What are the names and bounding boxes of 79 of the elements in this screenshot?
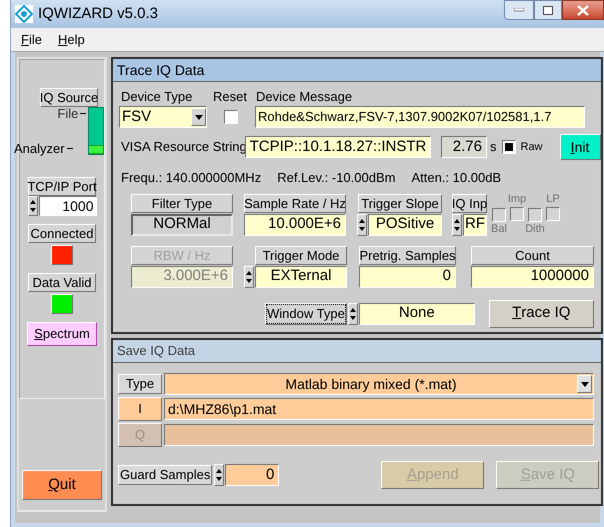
dropdown-arrow-icon [194,114,202,120]
spinner-control[interactable] [28,196,38,216]
field-caption: IQ Inp [452,194,487,212]
field-caption: Connected [28,224,96,243]
iq-input-field[interactable]: RF [463,214,487,236]
unit-label: s [490,138,496,156]
field-caption: Count [471,246,594,264]
device-message-field[interactable]: Rohde&Schwarz,FSV-7,1307.9002K07/102581,1.7 [255,106,585,128]
menu-item[interactable]: File [21,30,42,50]
close-icon [577,4,589,16]
trigger-slope-field[interactable]: POSitive [368,214,442,236]
reset-checkbox[interactable] [224,110,238,124]
spectrum-button[interactable]: Spectrum [27,322,97,346]
field-label: Device Message [256,90,352,103]
field-caption: Sample Rate / Hz [244,194,346,212]
checkbox-label: Raw [520,140,543,155]
status-text: Frequ.: 140.000000MHz [121,169,262,187]
field-caption: Guard Samples [118,465,212,485]
file-type-dropdown[interactable]: Matlab binary mixed (*.mat) [164,373,594,395]
field-caption: Filter Type [131,194,233,212]
raw-checkbox[interactable] [502,140,516,154]
field-caption: Data Valid [28,273,96,292]
dropdown-arrow-icon [580,382,588,386]
spinner-control[interactable] [357,214,367,236]
panel-title: Save IQ Data [113,340,601,363]
app-logo-icon [15,5,33,23]
file-path-field[interactable] [164,424,594,446]
status-text: Ref.Lev.: -10.00dBm [277,169,396,187]
panel-title: Trace IQ Data [113,59,601,82]
switch-position-label: Analyzer [14,142,73,155]
option-label: Imp [508,194,526,204]
minimize-button[interactable] [504,0,534,20]
sample-rate-field[interactable]: 10.000E+6 [244,214,346,236]
field-caption: TCP/IP Port [28,177,96,196]
init-button[interactable]: Init [560,134,601,160]
up-down-arrows-icon [216,468,222,482]
timeout-field[interactable]: 2.76 [441,136,487,158]
field-caption: Type [118,374,162,394]
field-label: Reset [213,90,248,103]
minimize-icon [514,8,524,12]
status-text: Atten.: 10.00dB [411,169,502,187]
quit-button[interactable]: Quit [22,470,102,500]
resource-string-field[interactable]: TCPIP::10.1.18.27::INSTR [245,136,431,158]
up-down-arrows-icon [359,218,365,232]
port-field[interactable]: 1000 [38,196,96,216]
filter-type-display: NORMal [131,214,233,236]
spinner-control[interactable] [214,464,224,486]
spinner-control[interactable] [244,266,254,288]
field-caption: Trigger Mode [255,246,347,264]
count-field[interactable]: 1000000 [471,266,594,288]
window-type-field[interactable]: None [358,302,475,324]
option-label: Dith [525,224,545,234]
trace-iq-button[interactable]: Trace IQ [488,300,594,328]
option-label: LP [546,194,560,204]
field-caption: Window Type [265,302,347,324]
maximize-icon [543,6,553,14]
up-down-arrows-icon [350,306,356,320]
window-title: IQWIZARD v5.0.3 [38,4,158,24]
trigger-mode-field[interactable]: EXTernal [255,266,347,288]
up-down-arrows-icon [246,270,252,284]
close-button[interactable] [562,0,604,20]
maximize-button[interactable] [534,0,562,20]
source-toggle-switch[interactable] [88,107,104,155]
guard-samples-field[interactable]: 0 [225,464,280,486]
spinner-control[interactable] [452,214,462,236]
field-caption: Trigger Slope [358,194,442,212]
pretrigger-field[interactable]: 0 [359,266,456,288]
switch-position-label: File [57,107,88,120]
device-type-dropdown[interactable]: FSV [119,106,207,128]
file-path-field[interactable]: d:\MHZ86\p1.mat [164,398,594,420]
menu-item[interactable]: Help [58,30,85,50]
field-caption: IQ Source [40,88,98,107]
file-select-button[interactable]: I [118,397,162,421]
field-label: Device Type [121,90,194,103]
spinner-control[interactable] [348,302,358,324]
option-label: Bal [491,224,507,234]
up-down-arrows-icon [454,218,460,232]
field-caption: Pretrig. Samples [359,246,456,264]
up-down-arrows-icon [30,199,36,213]
